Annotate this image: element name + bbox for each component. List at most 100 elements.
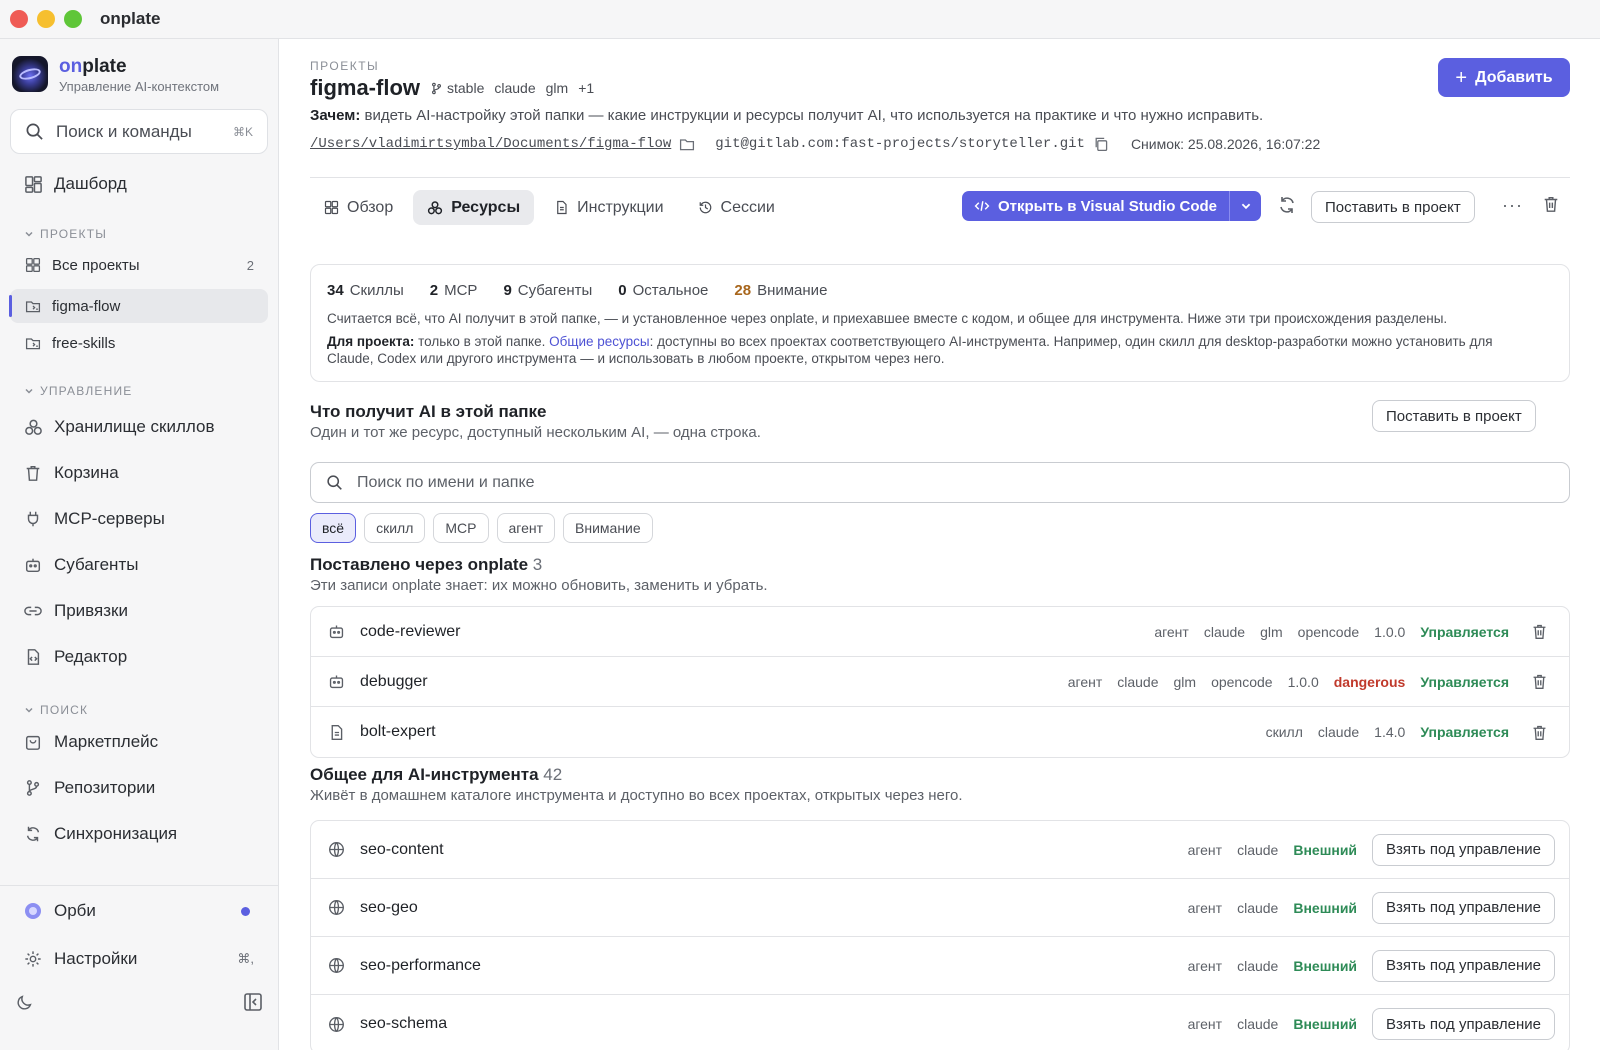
sidebar-footer: [0, 984, 279, 1024]
filter-chip-attention[interactable]: Внимание: [563, 513, 653, 543]
close-window-button[interactable]: [10, 10, 28, 28]
list-item[interactable]: seo-geo агент claude Внешний Взять под у…: [311, 879, 1569, 937]
breadcrumb[interactable]: ПРОЕКТЫ: [310, 59, 379, 73]
trash-icon[interactable]: [1509, 623, 1569, 640]
project-tabs: Обзор Ресурсы Инструкции Сессии: [310, 190, 789, 225]
sidebar-item-settings[interactable]: Настройки ⌘,: [10, 939, 268, 979]
list-item[interactable]: bolt-expert скилл claude 1.4.0 Управляет…: [311, 707, 1569, 757]
list-item[interactable]: seo-schema агент claude Внешний Взять по…: [311, 995, 1569, 1050]
command-search[interactable]: Поиск и команды ⌘K: [10, 109, 268, 154]
more-tags[interactable]: +1: [578, 80, 594, 96]
stat-subagents[interactable]: 9 Субагенты: [503, 282, 592, 299]
window-title: onplate: [100, 9, 161, 28]
open-folder-icon[interactable]: [679, 136, 695, 152]
list-item[interactable]: seo-performance агент claude Внешний Взя…: [311, 937, 1569, 995]
resource-search-input[interactable]: Поиск по имени и папке: [310, 462, 1570, 503]
brand-subtitle: Управление AI-контекстом: [59, 79, 220, 94]
list-item[interactable]: seo-content агент claude Внешний Взять п…: [311, 821, 1569, 879]
status-badge: Управляется: [1420, 673, 1509, 690]
tab-resources[interactable]: Ресурсы: [413, 190, 535, 225]
item-meta: агент claude Внешний: [1187, 841, 1358, 858]
project-paths: /Users/vladimirtsymbal/Documents/figma-f…: [310, 136, 1320, 152]
code-icon: [974, 201, 990, 211]
refresh-icon[interactable]: [1277, 195, 1297, 220]
chevron-down-icon: [25, 707, 33, 713]
resource-search-placeholder: Поиск по имени и папке: [357, 473, 535, 491]
window-titlebar: onplate: [0, 0, 1600, 39]
item-meta: агент claude Внешний: [1187, 957, 1358, 974]
filter-chip-all[interactable]: всё: [310, 513, 357, 543]
branch-tag: stable: [430, 80, 484, 96]
project-path-link[interactable]: /Users/vladimirtsymbal/Documents/figma-f…: [310, 136, 671, 152]
sidebar-item-free-skills[interactable]: free-skills: [10, 326, 268, 360]
open-with-dropdown[interactable]: [1229, 191, 1262, 221]
grid-icon: [22, 254, 44, 276]
sidebar-item-trash[interactable]: Корзина: [10, 455, 268, 491]
orbi-avatar-icon: [22, 900, 44, 922]
tab-overview[interactable]: Обзор: [310, 190, 407, 225]
stat-mcp[interactable]: 2 MCP: [430, 282, 478, 299]
more-options-icon[interactable]: ···: [1502, 195, 1523, 216]
tab-sessions[interactable]: Сессии: [684, 190, 789, 225]
take-control-button[interactable]: Взять под управление: [1372, 949, 1555, 982]
stat-attention[interactable]: 28 Внимание: [734, 282, 827, 299]
sidebar-item-dashboard[interactable]: Дашборд: [10, 166, 268, 202]
list-item[interactable]: code-reviewer агент claude glm opencode …: [311, 607, 1569, 657]
trash-icon: [22, 462, 44, 484]
sidebar-item-editor[interactable]: Редактор: [10, 639, 268, 675]
git-branch-icon: [432, 82, 441, 94]
take-control-button[interactable]: Взять под управление: [1372, 1008, 1555, 1040]
chevron-down-icon: [1241, 203, 1250, 210]
item-meta: агент claude Внешний: [1187, 899, 1358, 916]
zoom-window-button[interactable]: [64, 10, 82, 28]
list-item[interactable]: debugger агент claude glm opencode 1.0.0…: [311, 657, 1569, 707]
status-badge: Управляется: [1420, 724, 1509, 740]
collapse-sidebar-icon[interactable]: [243, 992, 263, 1017]
sidebar-item-figma-flow[interactable]: figma-flow: [9, 289, 268, 323]
summary-scope-note: Для проекта: только в этой папке. Общие …: [327, 334, 1493, 366]
sidebar-item-repositories[interactable]: Репозитории: [10, 770, 268, 806]
manage-section-toggle[interactable]: УПРАВЛЕНИЕ: [24, 384, 133, 398]
shared-resources-link[interactable]: Общие ресурсы: [549, 334, 649, 349]
trash-icon[interactable]: [1509, 673, 1569, 690]
window-controls: [10, 10, 82, 28]
sidebar-item-marketplace[interactable]: Маркетплейс: [10, 724, 268, 760]
tab-instructions[interactable]: Инструкции: [540, 190, 677, 225]
filter-chip-mcp[interactable]: MCP: [433, 513, 489, 543]
search-section-toggle[interactable]: ПОИСК: [24, 703, 88, 717]
plus-icon: +: [1455, 66, 1468, 89]
sidebar-item-mcp-servers[interactable]: MCP-серверы: [10, 501, 268, 537]
minimize-window-button[interactable]: [37, 10, 55, 28]
sidebar-item-orbi[interactable]: Орби: [10, 891, 268, 931]
stat-other[interactable]: 0 Остальное: [618, 282, 708, 299]
add-button[interactable]: + Добавить: [1438, 58, 1570, 97]
moon-icon[interactable]: [16, 993, 34, 1016]
take-control-button[interactable]: Взять под управление: [1372, 833, 1555, 866]
tool-tag: claude: [494, 80, 536, 96]
projects-section-toggle[interactable]: ПРОЕКТЫ: [24, 227, 107, 241]
sidebar-item-all-projects[interactable]: Все проекты 2: [10, 248, 268, 282]
filter-chip-agent[interactable]: агент: [496, 513, 556, 543]
gear-icon: [22, 948, 44, 970]
install-to-project-button[interactable]: Поставить в проект: [1311, 191, 1475, 223]
link-icon: [22, 600, 44, 622]
trash-icon[interactable]: [1509, 724, 1569, 741]
folder-code-icon: [22, 295, 44, 317]
sidebar-item-skill-storage[interactable]: Хранилище скиллов: [10, 409, 268, 445]
sidebar-item-bindings[interactable]: Привязки: [10, 593, 268, 629]
copy-icon[interactable]: [1093, 136, 1109, 152]
sidebar-item-sync[interactable]: Синхронизация: [10, 816, 268, 852]
install-to-project-button[interactable]: Поставить в проект: [1372, 400, 1536, 432]
open-vscode-button[interactable]: Открыть в Visual Studio Code: [962, 191, 1230, 221]
filter-chip-skill[interactable]: скилл: [364, 513, 426, 543]
item-name: bolt-expert: [360, 723, 436, 740]
take-control-button[interactable]: Взять под управление: [1372, 891, 1555, 924]
file-code-icon: [22, 646, 44, 668]
trash-icon[interactable]: [1542, 195, 1560, 218]
status-badge: Внешний: [1293, 957, 1358, 974]
stat-skills[interactable]: 34 Скиллы: [327, 282, 404, 299]
header-divider: [310, 177, 1570, 178]
shared-section-subtitle: Живёт в домашнем каталоге инструмента и …: [310, 787, 963, 804]
page-title: figma-flow: [310, 75, 420, 100]
sidebar-item-subagents[interactable]: Субагенты: [10, 547, 268, 583]
